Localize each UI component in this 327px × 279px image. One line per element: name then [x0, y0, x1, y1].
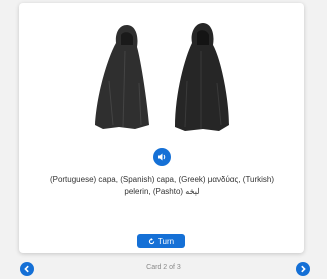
- flashcard: (Portuguese) capa, (Spanish) capa, (Gree…: [19, 3, 304, 253]
- cape-left: [95, 25, 149, 129]
- turn-button-label: Turn: [157, 236, 175, 246]
- audio-button[interactable]: [153, 148, 171, 166]
- speaker-icon: [158, 153, 166, 161]
- chevron-right-icon: [301, 265, 306, 273]
- next-card-button[interactable]: [296, 262, 310, 276]
- translation-text: (Portuguese) capa, (Spanish) capa, (Gree…: [49, 175, 275, 196]
- cape-right: [175, 23, 229, 131]
- turn-button[interactable]: Turn: [137, 234, 185, 248]
- chevron-left-icon: [24, 265, 29, 273]
- card-counter: Card 2 of 3: [146, 264, 181, 271]
- rotate-icon: [148, 237, 155, 244]
- cape-image: [95, 23, 229, 131]
- previous-card-button[interactable]: [20, 262, 34, 276]
